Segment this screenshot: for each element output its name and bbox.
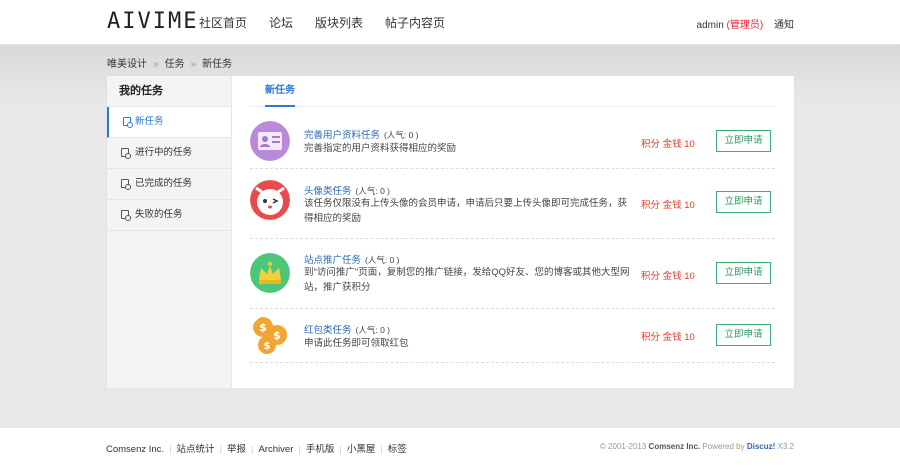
sidebar-item-failed[interactable]: 失败的任务 <box>107 200 231 231</box>
sidebar-item-new[interactable]: 新任务 <box>107 107 231 138</box>
task-row: 站点推广任务 (人气: 0 ) 到"访问推广"页面，复制您的推广链接，发给QQ好友… <box>250 238 775 309</box>
task-popularity: (人气: 0 ) <box>365 255 400 265</box>
footer-link-tags[interactable]: 标签 <box>388 444 407 455</box>
main-nav: 社区首页 论坛 版块列表 帖子内容页 <box>199 14 467 31</box>
footer-link-mobile[interactable]: 手机版 <box>306 444 335 455</box>
promotion-crown-icon <box>250 253 290 293</box>
copyright-version: X3.2 <box>777 442 794 451</box>
footer-link-blackroom[interactable]: 小黑屋 <box>347 444 376 455</box>
notice-link[interactable]: 通知 <box>774 20 794 31</box>
footer-separator: | <box>339 444 342 455</box>
copyright-powered: Powered by <box>702 442 745 451</box>
task-reward: 积分 金钱 10 <box>641 139 695 150</box>
task-reward: 积分 金钱 10 <box>641 332 695 343</box>
nav-post-content[interactable]: 帖子内容页 <box>385 14 445 31</box>
task-row: 完善用户资料任务 (人气: 0 ) 完善指定的用户资料获得相应的奖励 积分 金钱 … <box>250 114 775 169</box>
task-doc-icon <box>121 210 131 221</box>
copyright-product[interactable]: Discuz! <box>747 442 775 451</box>
svg-text:$: $ <box>259 321 267 334</box>
footer-link-company[interactable]: Comsenz Inc. <box>106 444 164 455</box>
task-row: 头像类任务 (人气: 0 ) 该任务仅限没有上传头像的会员申请，申请后只要上传头像… <box>250 168 775 239</box>
footer-separator: | <box>251 444 254 455</box>
user-role[interactable]: (管理员) <box>727 20 764 31</box>
footer-links: Comsenz Inc. | 站点统计 | 举报 | Archiver | 手机版 | 小黑屋 | 标签 <box>106 441 407 455</box>
nav-home[interactable]: 社区首页 <box>199 14 247 31</box>
apply-button[interactable]: 立即申请 <box>716 324 771 346</box>
sidebar-item-label: 已完成的任务 <box>135 178 193 189</box>
task-popularity: (人气: 0 ) <box>355 186 390 196</box>
copyright: © 2001-2013 Comsenz Inc. Powered by Disc… <box>600 442 794 451</box>
svg-text:$: $ <box>264 341 271 352</box>
copyright-years: © 2001-2013 <box>599 442 647 451</box>
task-panel: 我的任务 新任务 进行中的任务 已完成的任务 失败的任务 新任务 完善用户资料任… <box>107 76 794 388</box>
task-reward: 积分 金钱 10 <box>641 271 695 282</box>
footer-link-report[interactable]: 举报 <box>227 444 246 455</box>
task-doc-icon <box>123 117 133 128</box>
nav-board-list[interactable]: 版块列表 <box>315 14 363 31</box>
breadcrumb-separator: » <box>190 59 197 70</box>
task-name[interactable]: 完善用户资料任务 <box>304 130 380 141</box>
svg-text:$: $ <box>273 329 281 342</box>
nav-forum[interactable]: 论坛 <box>269 14 293 31</box>
copyright-company[interactable]: Comsenz Inc. <box>649 442 701 451</box>
footer-separator: | <box>298 444 301 455</box>
breadcrumb-task[interactable]: 任务 <box>165 59 185 70</box>
task-doc-icon <box>121 179 131 190</box>
header: AIVIME 社区首页 论坛 版块列表 帖子内容页 admin (管理员) 通知 <box>0 0 900 45</box>
task-description: 该任务仅限没有上传头像的会员申请，申请后只要上传头像即可完成任务，获得相应的奖励 <box>304 198 628 224</box>
apply-button[interactable]: 立即申请 <box>716 130 771 152</box>
breadcrumb: 唯美设计 » 任务 » 新任务 <box>107 55 232 70</box>
task-doc-icon <box>121 148 131 159</box>
breadcrumb-site[interactable]: 唯美设计 <box>107 59 147 70</box>
task-description: 完善指定的用户资料获得相应的奖励 <box>304 143 457 154</box>
task-row: $ $ $ 红包类任务 (人气: 0 ) 申请此任务即可领取红包 积分 金钱 10… <box>250 308 775 363</box>
task-popularity: (人气: 0 ) <box>355 325 390 335</box>
task-popularity: (人气: 0 ) <box>384 130 419 140</box>
task-title[interactable]: 站点推广任务 (人气: 0 ) <box>304 252 400 266</box>
footer-separator: | <box>219 444 223 455</box>
footer-link-stats[interactable]: 站点统计 <box>177 444 215 455</box>
sidebar-item-label: 新任务 <box>135 116 164 127</box>
footer-link-archiver[interactable]: Archiver <box>259 444 294 455</box>
coins-icon: $ $ $ <box>253 317 287 354</box>
tab-new-task[interactable]: 新任务 <box>265 76 295 107</box>
sidebar-item-done[interactable]: 已完成的任务 <box>107 169 231 200</box>
breadcrumb-separator: » <box>153 59 159 70</box>
apply-button[interactable]: 立即申请 <box>716 191 771 213</box>
sidebar-item-label: 进行中的任务 <box>135 147 193 158</box>
task-description: 申请此任务即可领取红包 <box>304 338 409 349</box>
username-link[interactable]: admin <box>697 20 724 31</box>
task-sidebar: 我的任务 新任务 进行中的任务 已完成的任务 失败的任务 <box>107 76 232 388</box>
task-title[interactable]: 完善用户资料任务 (人气: 0 ) <box>304 127 419 141</box>
tab-bar: 新任务 <box>250 76 775 107</box>
task-title[interactable]: 红包类任务 (人气: 0 ) <box>304 322 390 336</box>
breadcrumb-current: 新任务 <box>202 59 233 70</box>
sidebar-item-doing[interactable]: 进行中的任务 <box>107 138 231 169</box>
task-reward: 积分 金钱 10 <box>641 200 695 211</box>
apply-button[interactable]: 立即申请 <box>716 262 771 284</box>
profile-card-icon <box>250 121 290 161</box>
footer-separator: | <box>169 444 172 455</box>
sidebar-item-label: 失败的任务 <box>135 209 183 220</box>
avatar-face-icon <box>250 180 290 220</box>
footer: Comsenz Inc. | 站点统计 | 举报 | Archiver | 手机版 | 小黑屋 | 标签… <box>0 428 900 467</box>
task-title[interactable]: 头像类任务 (人气: 0 ) <box>304 183 390 197</box>
site-logo[interactable]: AIVIME <box>107 9 198 34</box>
user-area: admin (管理员) 通知 <box>697 16 794 31</box>
task-description: 到"访问推广"页面，复制您的推广链接，发给QQ好友、您的博客或其他大型网站，推广… <box>304 267 630 293</box>
task-name[interactable]: 红包类任务 <box>304 325 352 336</box>
footer-separator: | <box>380 444 383 455</box>
sidebar-title: 我的任务 <box>107 76 231 107</box>
